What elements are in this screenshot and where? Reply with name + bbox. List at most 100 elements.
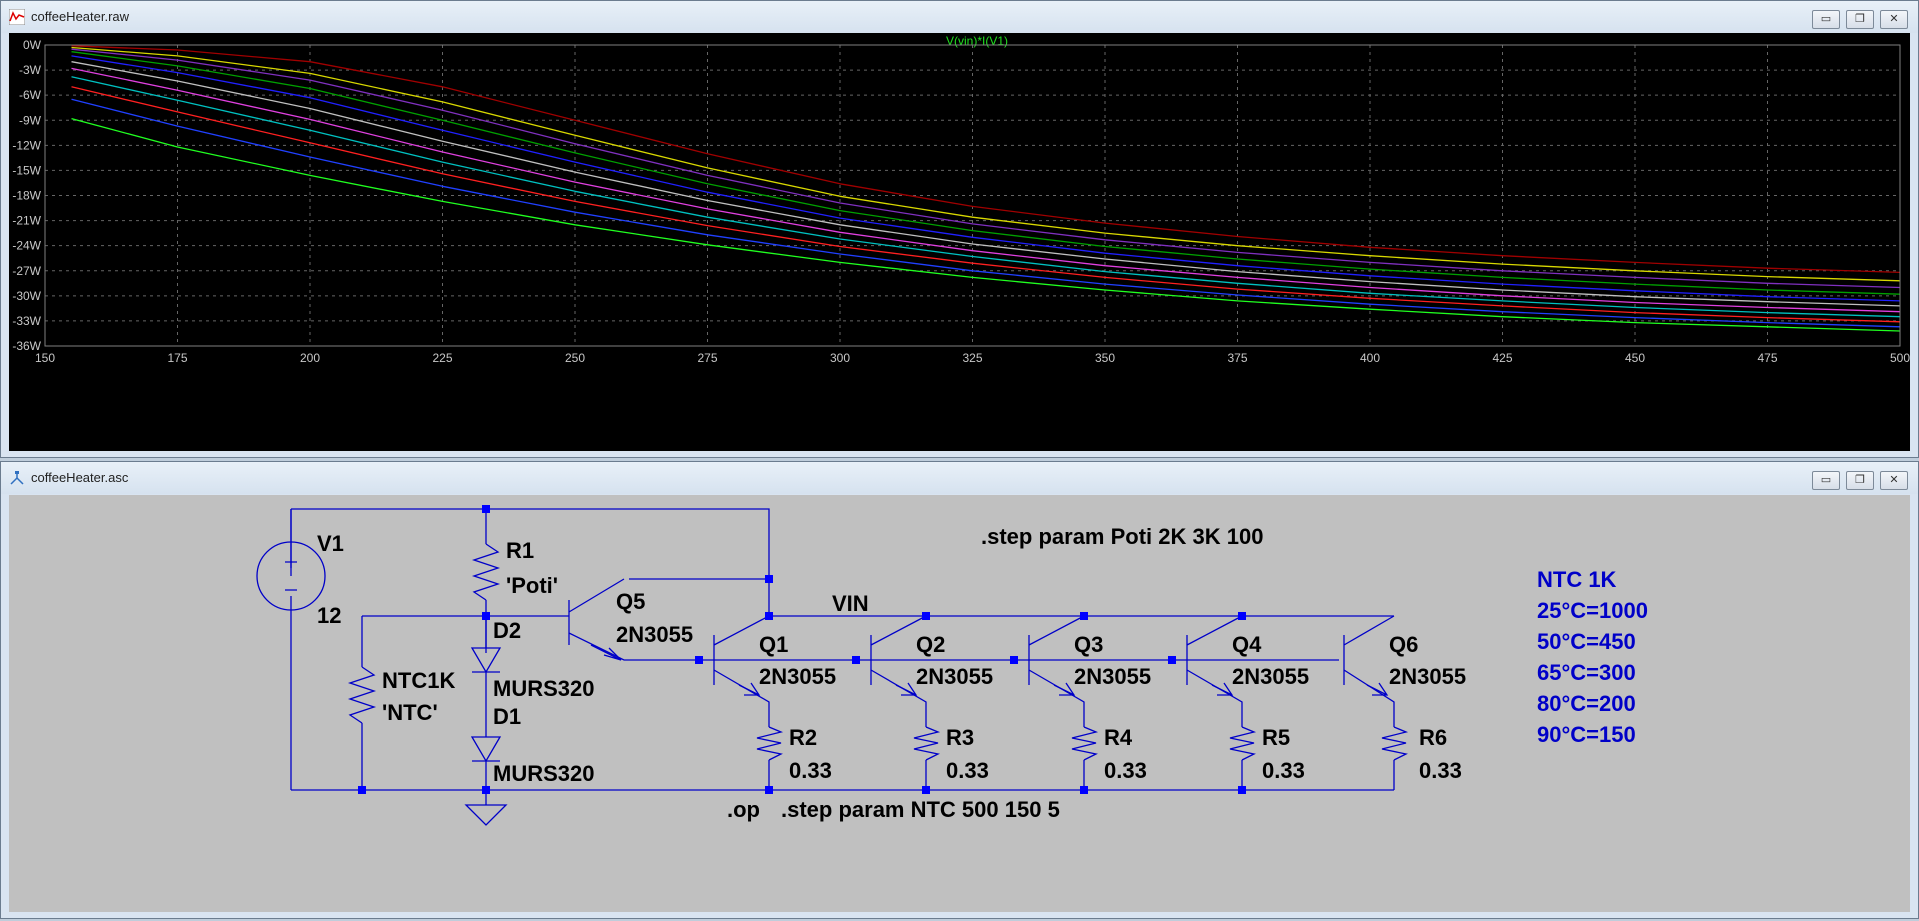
label-d2-model: MURS320 bbox=[493, 676, 594, 701]
resistor-r6 bbox=[1381, 726, 1409, 761]
window-title: coffeeHeater.raw bbox=[31, 9, 130, 24]
directive-ntc[interactable]: .step param NTC 500 150 5 bbox=[781, 797, 1060, 822]
label-q2: Q2 bbox=[916, 632, 945, 657]
diode-d1 bbox=[470, 736, 502, 763]
label-r1: R1 bbox=[506, 538, 534, 563]
label-r2-value: 0.33 bbox=[789, 758, 832, 783]
series-line-11[interactable] bbox=[71, 117, 1901, 332]
close-button[interactable]: ✕ bbox=[1880, 10, 1908, 29]
series-line-10[interactable] bbox=[71, 98, 1901, 328]
series-line-6[interactable] bbox=[71, 61, 1901, 307]
label-v1-value: 12 bbox=[317, 603, 341, 628]
x-tick-label: 300 bbox=[830, 351, 850, 365]
label-d1-model: MURS320 bbox=[493, 761, 594, 786]
directive-poti[interactable]: .step param Poti 2K 3K 100 bbox=[981, 524, 1263, 549]
schematic-window[interactable]: coffeeHeater.asc ▭ ❐ ✕ V1 12 R1 'Poti' Q… bbox=[0, 461, 1919, 919]
y-tick-label: -27W bbox=[12, 264, 41, 278]
label-v1: V1 bbox=[317, 531, 344, 556]
label-q6-model: 2N3055 bbox=[1389, 664, 1466, 689]
y-tick-label: -24W bbox=[12, 239, 41, 253]
resistor-ntc bbox=[347, 666, 377, 724]
chart-grid bbox=[45, 45, 1900, 346]
label-r1-value: 'Poti' bbox=[506, 573, 558, 598]
label-r4: R4 bbox=[1104, 725, 1133, 750]
resistor-r3 bbox=[913, 726, 941, 761]
ntc-comment-line: 50°C=450 bbox=[1537, 629, 1636, 654]
x-tick-label: 200 bbox=[300, 351, 320, 365]
x-tick-label: 450 bbox=[1625, 351, 1645, 365]
label-r5: R5 bbox=[1262, 725, 1290, 750]
series-line-7[interactable] bbox=[71, 67, 1901, 313]
series-line-8[interactable] bbox=[71, 76, 1901, 318]
minimize-button[interactable]: ▭ bbox=[1812, 471, 1840, 490]
y-tick-label: -6W bbox=[19, 88, 42, 102]
label-r4-value: 0.33 bbox=[1104, 758, 1147, 783]
x-tick-label: 350 bbox=[1095, 351, 1115, 365]
label-r2: R2 bbox=[789, 725, 817, 750]
y-tick-label: -36W bbox=[12, 339, 41, 353]
chart-axes: 150 175 200 225 250 275 300 325 350 375 400 425 450 4… bbox=[12, 38, 1910, 365]
x-tick-label: 425 bbox=[1492, 351, 1512, 365]
label-q3-model: 2N3055 bbox=[1074, 664, 1151, 689]
y-tick-label: -33W bbox=[12, 314, 41, 328]
x-tick-label: 375 bbox=[1227, 351, 1247, 365]
x-tick-label: 275 bbox=[697, 351, 717, 365]
label-q5: Q5 bbox=[616, 589, 645, 614]
restore-button[interactable]: ❐ bbox=[1846, 10, 1874, 29]
label-r3-value: 0.33 bbox=[946, 758, 989, 783]
ntc-comment-line: NTC 1K bbox=[1537, 567, 1617, 592]
label-r6: R6 bbox=[1419, 725, 1447, 750]
schematic-drawing[interactable]: V1 12 R1 'Poti' Q5 2N3055 D2 MURS320 D1 … bbox=[9, 495, 1910, 912]
chart-series bbox=[71, 45, 1901, 332]
label-r3: R3 bbox=[946, 725, 974, 750]
x-tick-label: 475 bbox=[1757, 351, 1777, 365]
label-q2-model: 2N3055 bbox=[916, 664, 993, 689]
plot-window[interactable]: coffeeHeater.raw ▭ ❐ ✕ V(vin)*I(V1) 150 1… bbox=[0, 0, 1919, 458]
plot-window-titlebar[interactable]: coffeeHeater.raw ▭ ❐ ✕ bbox=[1, 1, 1918, 33]
label-q6: Q6 bbox=[1389, 632, 1418, 657]
resistor-r4 bbox=[1071, 726, 1099, 761]
x-tick-label: 175 bbox=[167, 351, 187, 365]
wires bbox=[290, 508, 1395, 805]
ntc-comment-line: 25°C=1000 bbox=[1537, 598, 1648, 623]
ntc-comment[interactable]: NTC 1K 25°C=1000 50°C=450 65°C=300 80°C=… bbox=[1537, 567, 1648, 747]
resistor-r2 bbox=[756, 726, 784, 761]
y-tick-label: -9W bbox=[19, 113, 42, 127]
ntc-comment-line: 65°C=300 bbox=[1537, 660, 1636, 685]
label-ntc-value: 'NTC' bbox=[382, 700, 438, 725]
x-tick-label: 150 bbox=[35, 351, 55, 365]
component-labels: V1 12 R1 'Poti' Q5 2N3055 D2 MURS320 D1 … bbox=[317, 524, 1466, 822]
x-tick-label: 250 bbox=[565, 351, 585, 365]
ntc-comment-line: 90°C=150 bbox=[1537, 722, 1636, 747]
y-tick-label: 0W bbox=[23, 38, 42, 52]
close-button[interactable]: ✕ bbox=[1880, 471, 1908, 490]
restore-button[interactable]: ❐ bbox=[1846, 471, 1874, 490]
label-ntc: NTC1K bbox=[382, 668, 455, 693]
waveform-chart[interactable]: V(vin)*I(V1) 150 175 200 225 250 275 300 325 350… bbox=[9, 33, 1910, 451]
y-tick-label: -3W bbox=[19, 63, 42, 77]
schematic-window-titlebar[interactable]: coffeeHeater.asc ▭ ❐ ✕ bbox=[1, 462, 1918, 494]
resistor-r1 bbox=[471, 543, 501, 601]
y-tick-label: -30W bbox=[12, 289, 41, 303]
x-tick-label: 225 bbox=[432, 351, 452, 365]
waveform-icon bbox=[9, 9, 25, 25]
label-r5-value: 0.33 bbox=[1262, 758, 1305, 783]
schematic-icon bbox=[10, 471, 24, 485]
trace-label[interactable]: V(vin)*I(V1) bbox=[946, 34, 1008, 48]
label-q1-model: 2N3055 bbox=[759, 664, 836, 689]
x-tick-label: 500 bbox=[1890, 351, 1910, 365]
series-line-9[interactable] bbox=[71, 86, 1901, 323]
window-title: coffeeHeater.asc bbox=[31, 470, 129, 485]
plot-pane[interactable]: V(vin)*I(V1) 150 175 200 225 250 275 300 325 350… bbox=[9, 33, 1910, 451]
label-q3: Q3 bbox=[1074, 632, 1103, 657]
ground-symbol bbox=[464, 804, 508, 826]
schematic-canvas[interactable]: V1 12 R1 'Poti' Q5 2N3055 D2 MURS320 D1 … bbox=[9, 495, 1910, 912]
x-tick-label: 400 bbox=[1360, 351, 1380, 365]
directive-op[interactable]: .op bbox=[727, 797, 760, 822]
resistor-r5 bbox=[1229, 726, 1257, 761]
label-q4-model: 2N3055 bbox=[1232, 664, 1309, 689]
label-vin: VIN bbox=[832, 591, 869, 616]
label-r6-value: 0.33 bbox=[1419, 758, 1462, 783]
label-q5-model: 2N3055 bbox=[616, 622, 693, 647]
minimize-button[interactable]: ▭ bbox=[1812, 10, 1840, 29]
